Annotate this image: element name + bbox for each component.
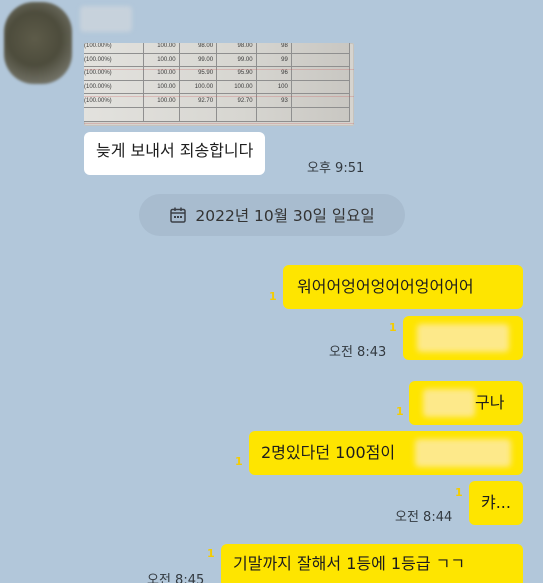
sent-message-bubble[interactable]: 캬... xyxy=(469,481,523,525)
photo-cell: 92.70 xyxy=(178,93,218,108)
photo-cell: (100.00%) xyxy=(84,66,144,81)
photo-cell: 95.90 xyxy=(216,66,257,81)
sender-name xyxy=(80,6,132,32)
received-message-time: 오후 9:51 xyxy=(307,161,365,176)
unread-count: 1 xyxy=(269,290,277,303)
unread-count: 1 xyxy=(396,405,404,418)
sender-avatar[interactable] xyxy=(4,2,72,84)
sent-message-time: 오전 8:43 xyxy=(329,345,387,360)
date-divider-text: 2022년 10월 30일 일요일 xyxy=(195,207,375,225)
photo-cell xyxy=(290,93,351,108)
photo-cell: 93 xyxy=(255,93,292,108)
sent-message-time: 오전 8:45 xyxy=(147,573,205,583)
redacted-content xyxy=(423,389,475,417)
photo-cell: 98.00 xyxy=(216,43,257,54)
photo-table-row: (100.00%) 100.00 98.00 98.00 98 xyxy=(84,43,351,54)
photo-cell: (100.00%) xyxy=(84,43,144,54)
photo-cell: 100.00 xyxy=(142,43,180,54)
photo-cell: (100.00%) xyxy=(84,52,144,68)
photo-score-table: (100.00%) 100.00 98.00 98.00 98 (100.00%… xyxy=(84,43,351,122)
photo-cell xyxy=(290,43,351,54)
photo-cell: 95.90 xyxy=(178,66,218,81)
photo-table-row xyxy=(84,106,351,122)
sent-message-text: 워어어엉어엉어어엉어어어 xyxy=(297,277,474,296)
photo-cell: 98 xyxy=(255,43,292,54)
photo-cell: 99.00 xyxy=(216,52,257,68)
sent-message-bubble[interactable]: 기말까지 잘해서 1등에 1등급 ㄱㄱ xyxy=(221,544,523,583)
photo-cell: (100.00%) xyxy=(84,79,144,95)
sent-message-bubble[interactable]: 워어어엉어엉어어엉어어어 xyxy=(283,265,523,309)
photo-cell xyxy=(290,52,351,68)
unread-count: 1 xyxy=(455,486,463,499)
photo-cell: 100.00 xyxy=(142,93,180,108)
photo-table-row: (100.00%) 100.00 100.00 100.00 100 xyxy=(84,79,351,95)
photo-table-row: (100.00%) 100.00 99.00 99.00 99 xyxy=(84,52,351,68)
sent-message-text: 기말까지 잘해서 1등에 1등급 ㄱㄱ xyxy=(233,554,466,573)
photo-cell: 92.70 xyxy=(216,93,257,108)
photo-cell: 100 xyxy=(255,79,292,95)
unread-count: 1 xyxy=(207,547,215,560)
photo-cell: (100.00%) xyxy=(84,93,144,108)
photo-cell: 99.00 xyxy=(178,52,218,68)
photo-cell xyxy=(84,106,144,122)
photo-cell: 100.00 xyxy=(216,79,257,95)
photo-cell xyxy=(142,106,180,122)
sent-message-bubble[interactable]: 구나 xyxy=(409,381,523,425)
photo-cell: 98.00 xyxy=(178,43,218,54)
unread-count: 1 xyxy=(235,455,243,468)
sent-message-text: 캬... xyxy=(481,493,511,512)
photo-cell: 100.00 xyxy=(142,79,180,95)
redacted-content xyxy=(415,439,511,467)
photo-cell: 99 xyxy=(255,52,292,68)
unread-count: 1 xyxy=(389,321,397,334)
photo-table-row: (100.00%) 100.00 92.70 92.70 93 xyxy=(84,93,351,108)
photo-cell xyxy=(255,106,292,122)
sent-message-bubble[interactable] xyxy=(403,316,523,360)
photo-cell xyxy=(178,106,218,122)
received-message-text: 늦게 보내서 죄송합니다 xyxy=(96,141,254,160)
date-divider: 2022년 10월 30일 일요일 xyxy=(139,194,405,236)
sent-message-bubble[interactable]: 2명있다던 100점이 xyxy=(249,431,523,475)
photo-cell: 100.00 xyxy=(142,66,180,81)
sent-message-time: 오전 8:44 xyxy=(395,510,453,525)
photo-cell xyxy=(290,106,351,122)
sent-message-text: 구나 xyxy=(475,393,505,412)
photo-cell xyxy=(290,66,351,81)
sent-message-text: 2명있다던 100점이 xyxy=(261,443,396,462)
received-message-bubble[interactable]: 늦게 보내서 죄송합니다 xyxy=(84,132,266,175)
received-photo[interactable]: (100.00%) 100.00 98.00 98.00 98 (100.00%… xyxy=(84,43,354,126)
redacted-content xyxy=(417,324,509,352)
photo-cell: 100.00 xyxy=(142,52,180,68)
photo-cell: 96 xyxy=(255,66,292,81)
photo-cell xyxy=(290,79,351,95)
photo-table-row: (100.00%) 100.00 95.90 95.90 96 xyxy=(84,66,351,81)
calendar-icon xyxy=(170,207,187,223)
photo-cell xyxy=(216,106,257,122)
photo-cell: 100.00 xyxy=(178,79,218,95)
